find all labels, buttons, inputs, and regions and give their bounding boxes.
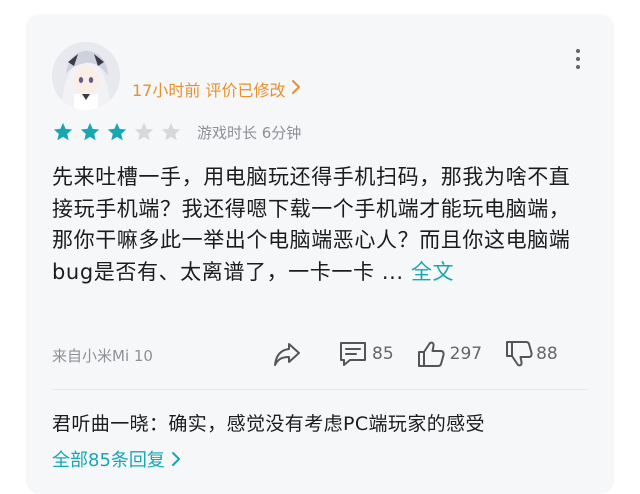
comment-icon xyxy=(340,342,366,366)
avatar-image xyxy=(52,42,120,110)
chevron-right-icon xyxy=(171,452,180,466)
reply-preview[interactable]: 君听曲一晓：确实，感觉没有考虑PC端玩家的感受 xyxy=(52,409,485,436)
star-icon xyxy=(80,122,100,141)
like-button[interactable]: 297 xyxy=(416,340,482,368)
star-icon xyxy=(134,122,154,141)
star-rating: 游戏时长 6分钟 xyxy=(52,121,301,143)
all-replies-label: 全部85条回复 xyxy=(52,450,165,471)
playtime-label: 游戏时长 6分钟 xyxy=(197,123,302,142)
chevron-right-icon xyxy=(291,79,301,99)
review-time-link[interactable]: 17小时前 评价已修改 xyxy=(132,77,301,101)
full-text-link[interactable]: 全文 xyxy=(411,260,454,284)
share-button[interactable] xyxy=(272,341,302,367)
star-icon xyxy=(107,122,127,141)
dislike-button[interactable]: 88 xyxy=(504,340,558,368)
star-icon xyxy=(53,122,73,141)
review-time-label: 17小时前 评价已修改 xyxy=(132,81,286,100)
stars xyxy=(52,121,187,143)
comment-button[interactable]: 85 xyxy=(338,340,394,368)
thumbs-up-icon xyxy=(417,341,445,367)
comment-count: 85 xyxy=(372,344,394,364)
thumbs-down-icon xyxy=(506,341,533,367)
dislike-count: 88 xyxy=(536,344,558,364)
divider xyxy=(52,389,588,390)
more-vertical-icon[interactable] xyxy=(568,46,588,72)
share-icon xyxy=(274,343,300,366)
avatar[interactable] xyxy=(52,42,120,110)
review-text: 先来吐槽一手，用电脑玩还得手机扫码，那我为啥不直接玩手机端？我还得嗯下载一个手机… xyxy=(52,165,571,284)
like-count: 297 xyxy=(449,344,483,364)
action-bar: 85 297 88 xyxy=(272,339,558,369)
device-label: 来自小米Mi 10 xyxy=(52,347,153,365)
star-icon xyxy=(161,122,181,141)
review-text-block[interactable]: 先来吐槽一手，用电脑玩还得手机扫码，那我为啥不直接玩手机端？我还得嗯下载一个手机… xyxy=(52,162,588,288)
review-card: 17小时前 评价已修改 游戏时长 6分钟 先来吐槽一手，用电脑玩还得手机扫码，那… xyxy=(26,14,614,494)
all-replies-link[interactable]: 全部85条回复 xyxy=(52,446,181,472)
